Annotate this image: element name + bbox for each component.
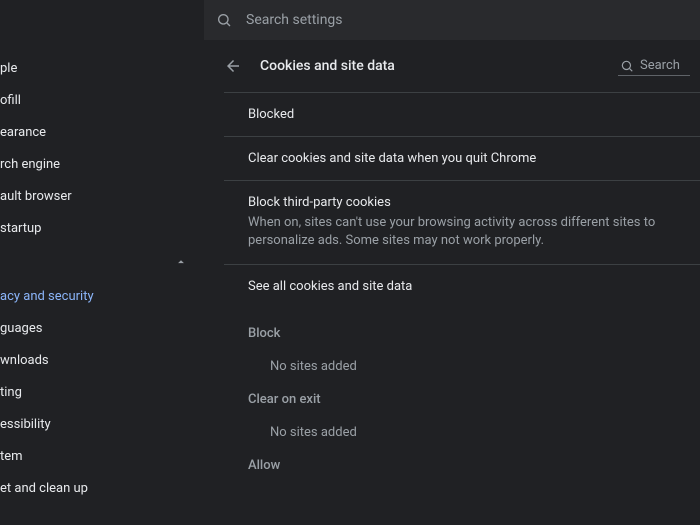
sidebar-item-languages[interactable]: guages (0, 312, 204, 344)
page-search-label: Search (640, 58, 680, 73)
row-third-party-desc: When on, sites can't use your browsing a… (248, 214, 680, 250)
search-icon (216, 12, 232, 28)
block-empty-state: No sites added (270, 359, 700, 374)
clear-on-exit-section-label: Clear on exit (248, 392, 700, 407)
page-title: Cookies and site data (260, 58, 395, 74)
row-blocked-label: Blocked (248, 107, 680, 122)
sidebar-item-default-browser[interactable]: ault browser (0, 180, 204, 212)
sidebar-item-printing[interactable]: ting (0, 376, 204, 408)
row-clear-on-quit-label: Clear cookies and site data when you qui… (248, 151, 680, 166)
sidebar-item-reset-and-clean-up[interactable]: et and clean up (0, 472, 204, 504)
row-see-all-cookies[interactable]: See all cookies and site data (224, 264, 700, 308)
sidebar-item-search-engine[interactable]: rch engine (0, 148, 204, 180)
row-block-third-party-cookies[interactable]: Block third-party cookies When on, sites… (224, 180, 700, 264)
settings-sidebar: ple ofill earance rch engine ault browse… (0, 0, 204, 525)
clear-on-exit-empty-state: No sites added (270, 425, 700, 440)
page-search-input[interactable]: Search (618, 56, 690, 76)
main-content: Cookies and site data Search Blocked Cle… (204, 40, 700, 525)
row-blocked[interactable]: Blocked (224, 92, 700, 136)
row-see-all-label: See all cookies and site data (248, 279, 680, 294)
sidebar-item-system[interactable]: tem (0, 440, 204, 472)
block-section-label: Block (248, 326, 700, 341)
back-button[interactable] (224, 57, 242, 75)
row-clear-on-quit[interactable]: Clear cookies and site data when you qui… (224, 136, 700, 180)
page-header: Cookies and site data Search (224, 40, 700, 92)
sidebar-item-downloads[interactable]: wnloads (0, 344, 204, 376)
allow-section-label: Allow (248, 458, 700, 473)
sidebar-item-autofill[interactable]: ofill (0, 84, 204, 116)
sidebar-item-privacy-and-security[interactable]: acy and security (0, 280, 204, 312)
sidebar-item-appearance[interactable]: earance (0, 116, 204, 148)
sidebar-item-on-startup[interactable]: startup (0, 212, 204, 244)
sidebar-item-people[interactable]: ple (0, 52, 204, 84)
row-third-party-title: Block third-party cookies (248, 195, 680, 210)
search-settings-placeholder: Search settings (246, 12, 343, 28)
chevron-up-icon (174, 255, 188, 269)
search-icon (620, 59, 634, 73)
sidebar-advanced-toggle[interactable] (0, 244, 204, 280)
sidebar-item-accessibility[interactable]: essibility (0, 408, 204, 440)
arrow-left-icon (224, 57, 242, 75)
search-settings-bar[interactable]: Search settings (204, 0, 700, 40)
